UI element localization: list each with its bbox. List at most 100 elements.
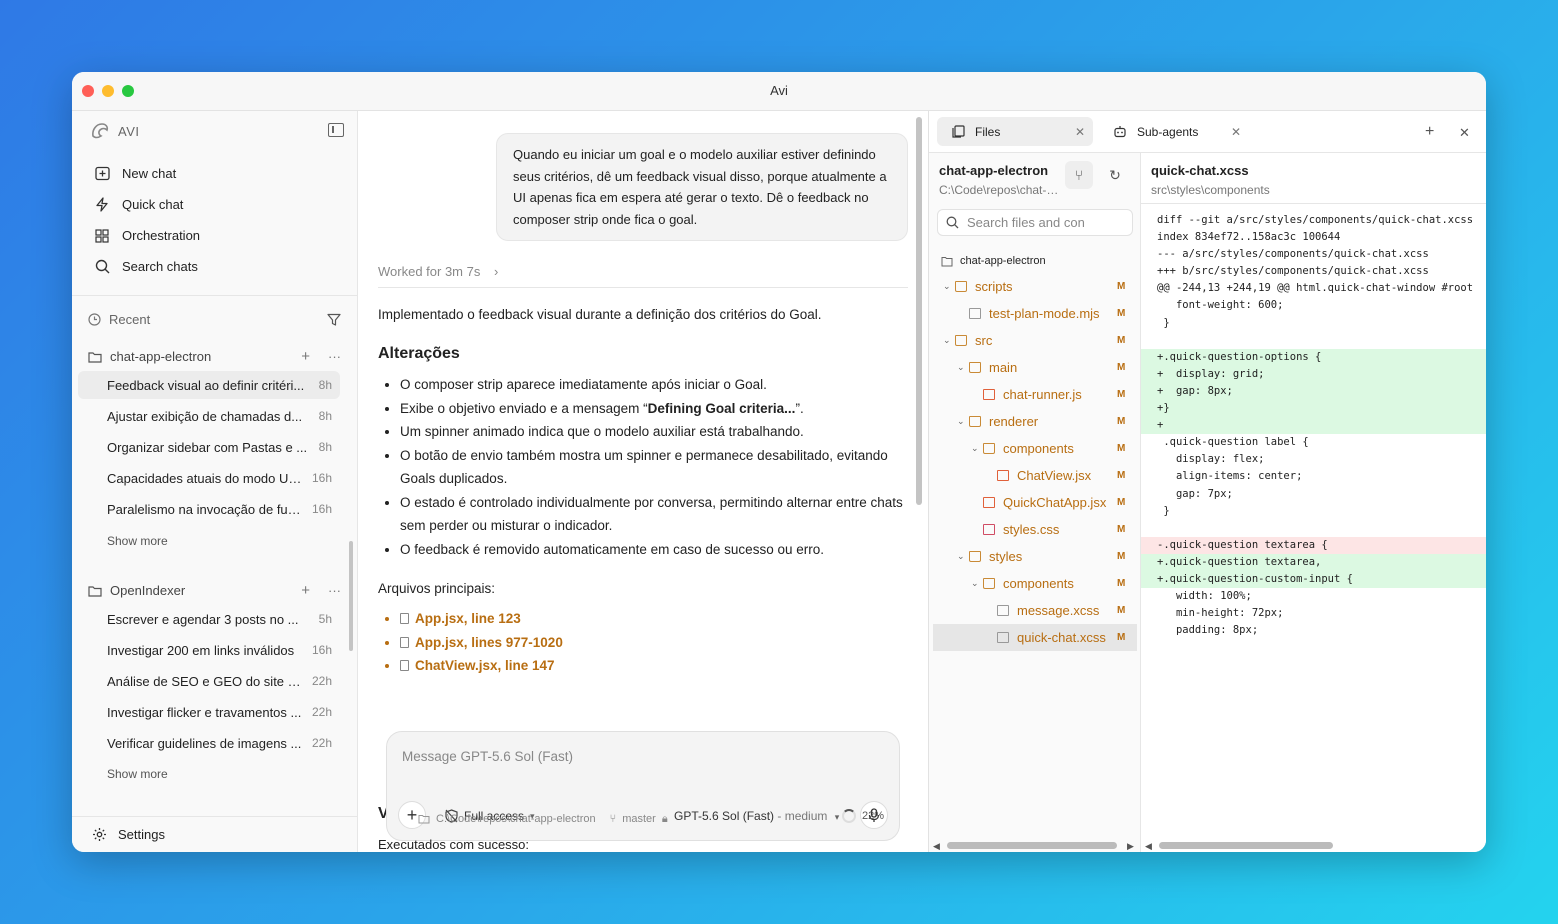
diff-line — [1141, 520, 1486, 537]
branch-name[interactable]: master — [622, 813, 656, 825]
chat-item[interactable]: Investigar 200 em links inválidos 16h — [78, 636, 340, 664]
orchestration-button[interactable]: Orchestration — [86, 220, 343, 251]
file-icon — [400, 636, 409, 648]
tree-file[interactable]: QuickChatApp.jsx M — [971, 489, 1125, 516]
chat-item[interactable]: Investigar flicker e travamentos ... 22h — [78, 698, 340, 726]
tree-file[interactable]: chat-runner.js M — [971, 381, 1125, 408]
tree-node-label: QuickChatApp.jsx — [1003, 495, 1107, 510]
project-name: OpenIndexer — [110, 583, 186, 598]
tree-file[interactable]: ChatView.jsx M — [985, 462, 1125, 489]
search-chats-button[interactable]: Search chats — [86, 251, 343, 282]
chat-title: Capacidades atuais do modo Ult... — [107, 470, 304, 486]
workspace-path[interactable]: C:\Code\repos\chat-app-electron — [436, 813, 596, 825]
modified-badge: M — [1117, 443, 1126, 454]
chat-item[interactable]: Ajustar exibição de chamadas d... 8h — [78, 402, 340, 430]
scroll-right-icon[interactable]: ▶ — [1127, 841, 1134, 852]
chevron-down-icon[interactable]: ⌄ — [957, 551, 969, 562]
diff-line-added: + display: grid; — [1141, 365, 1486, 383]
tree-file[interactable]: styles.css M — [971, 516, 1125, 543]
executed-label: Executados com sucesso: — [378, 837, 530, 852]
scroll-left-icon[interactable]: ◀ — [933, 841, 940, 852]
tree-folder[interactable]: ⌄ components M — [971, 570, 1125, 597]
tree-scrollbar[interactable] — [947, 842, 1117, 849]
tree-file[interactable]: test-plan-mode.mjs M — [957, 300, 1125, 327]
tree-folder[interactable]: ⌄ renderer M — [957, 408, 1125, 435]
tree-folder[interactable]: ⌄ main M — [957, 354, 1125, 381]
tree-file[interactable]: message.xcss M — [985, 597, 1125, 624]
tree-folder[interactable]: ⌄ styles M — [957, 543, 1125, 570]
more-icon[interactable]: ··· — [328, 583, 341, 598]
new-chat-button[interactable]: New chat — [86, 158, 343, 189]
sidebar-scrollbar[interactable] — [349, 541, 353, 651]
file-link-label: App.jsx, lines 977-1020 — [415, 634, 563, 650]
file-link[interactable]: App.jsx, line 123 — [400, 607, 912, 631]
file-icon — [983, 497, 995, 508]
show-more-link[interactable]: Show more — [107, 767, 168, 781]
settings-label: Settings — [118, 827, 165, 842]
window-title: Avi — [770, 83, 788, 98]
tree-root-label: chat-app-electron — [960, 255, 1046, 267]
tab-files[interactable]: Files ✕ — [937, 117, 1093, 146]
progress-ring-icon — [841, 809, 856, 823]
collapse-sidebar-icon[interactable] — [328, 123, 344, 137]
diff-line — [1141, 332, 1486, 349]
list-item-end: ”. — [795, 400, 804, 416]
refresh-button[interactable]: ↻ — [1101, 161, 1129, 189]
tree-file[interactable]: quick-chat.xcss M — [933, 624, 1137, 651]
add-tab-icon[interactable]: + — [1425, 123, 1434, 141]
context-usage: 22% — [841, 809, 884, 823]
tree-root[interactable]: chat-app-electron — [941, 255, 1046, 267]
diff-line: } — [1157, 316, 1170, 329]
message-input[interactable]: Message GPT-5.6 Sol (Fast) — [402, 749, 573, 764]
diff-scrollbar[interactable] — [1159, 842, 1333, 849]
project-group-chat-app-electron[interactable]: chat-app-electron + ··· — [88, 348, 341, 365]
project-group-openindexer[interactable]: OpenIndexer + ··· — [88, 582, 341, 599]
tree-folder[interactable]: ⌄ components M — [971, 435, 1125, 462]
project-name: chat-app-electron — [110, 349, 212, 364]
chat-title: Investigar flicker e travamentos ... — [107, 704, 302, 720]
robot-icon — [1114, 126, 1126, 138]
scroll-left-icon[interactable]: ◀ — [1145, 841, 1152, 852]
chevron-down-icon[interactable]: ⌄ — [957, 362, 969, 373]
chat-item[interactable]: Feedback visual ao definir critéri... 8h — [78, 371, 340, 399]
chat-item[interactable]: Paralelismo na invocação de fun... 16h — [78, 495, 340, 523]
worked-duration[interactable]: Worked for 3m 7s › — [378, 264, 498, 279]
app-window: Avi AVI New chat Quick chat Orchestratio… — [72, 72, 1486, 852]
tree-folder[interactable]: ⌄ src M — [943, 327, 1125, 354]
add-chat-icon[interactable]: + — [301, 582, 310, 599]
file-link[interactable]: ChatView.jsx, line 147 — [400, 654, 912, 678]
branch-button[interactable]: ⑂ — [1065, 161, 1093, 189]
file-link[interactable]: App.jsx, lines 977-1020 — [400, 631, 912, 655]
chat-item[interactable]: Análise de SEO e GEO do site e ... 22h — [78, 667, 340, 695]
chevron-down-icon[interactable]: ⌄ — [971, 578, 983, 589]
show-more-link[interactable]: Show more — [107, 534, 168, 548]
chat-item[interactable]: Capacidades atuais do modo Ult... 16h — [78, 464, 340, 492]
diff-line: +++ b/src/styles/components/quick-chat.x… — [1157, 265, 1429, 278]
folder-icon — [983, 578, 995, 589]
response-intro: Implementado o feedback visual durante a… — [378, 307, 822, 322]
chat-main: Quando eu iniciar um goal e o modelo aux… — [358, 111, 928, 852]
chat-item[interactable]: Escrever e agendar 3 posts no ... 5h — [78, 605, 340, 633]
chat-scrollbar[interactable] — [916, 117, 922, 505]
chat-item[interactable]: Verificar guidelines de imagens ... 22h — [78, 729, 340, 757]
modified-badge: M — [1117, 470, 1126, 481]
chevron-down-icon[interactable]: ⌄ — [943, 281, 955, 292]
chevron-down-icon[interactable]: ⌄ — [943, 335, 955, 346]
chat-time: 22h — [311, 705, 332, 719]
settings-button[interactable]: Settings — [92, 827, 165, 842]
close-tab-icon[interactable]: ✕ — [1231, 125, 1241, 139]
chevron-down-icon[interactable]: ⌄ — [957, 416, 969, 427]
chevron-down-icon[interactable]: ⌄ — [971, 443, 983, 454]
add-chat-icon[interactable]: + — [301, 348, 310, 365]
more-icon[interactable]: ··· — [328, 349, 341, 364]
folder-icon — [955, 335, 967, 346]
file-search-input[interactable]: Search files and con — [937, 209, 1133, 236]
filter-icon[interactable] — [327, 313, 341, 326]
quick-chat-button[interactable]: Quick chat — [86, 189, 343, 220]
chat-item[interactable]: Organizar sidebar com Pastas e ... 8h — [78, 433, 340, 461]
close-tab-icon[interactable]: ✕ — [1075, 125, 1085, 139]
close-panel-icon[interactable]: ✕ — [1459, 125, 1470, 141]
tab-sub-agents[interactable]: Sub-agents ✕ — [1099, 117, 1249, 146]
chevron-right-icon: › — [493, 264, 499, 279]
tree-folder[interactable]: ⌄ scripts M — [943, 273, 1125, 300]
